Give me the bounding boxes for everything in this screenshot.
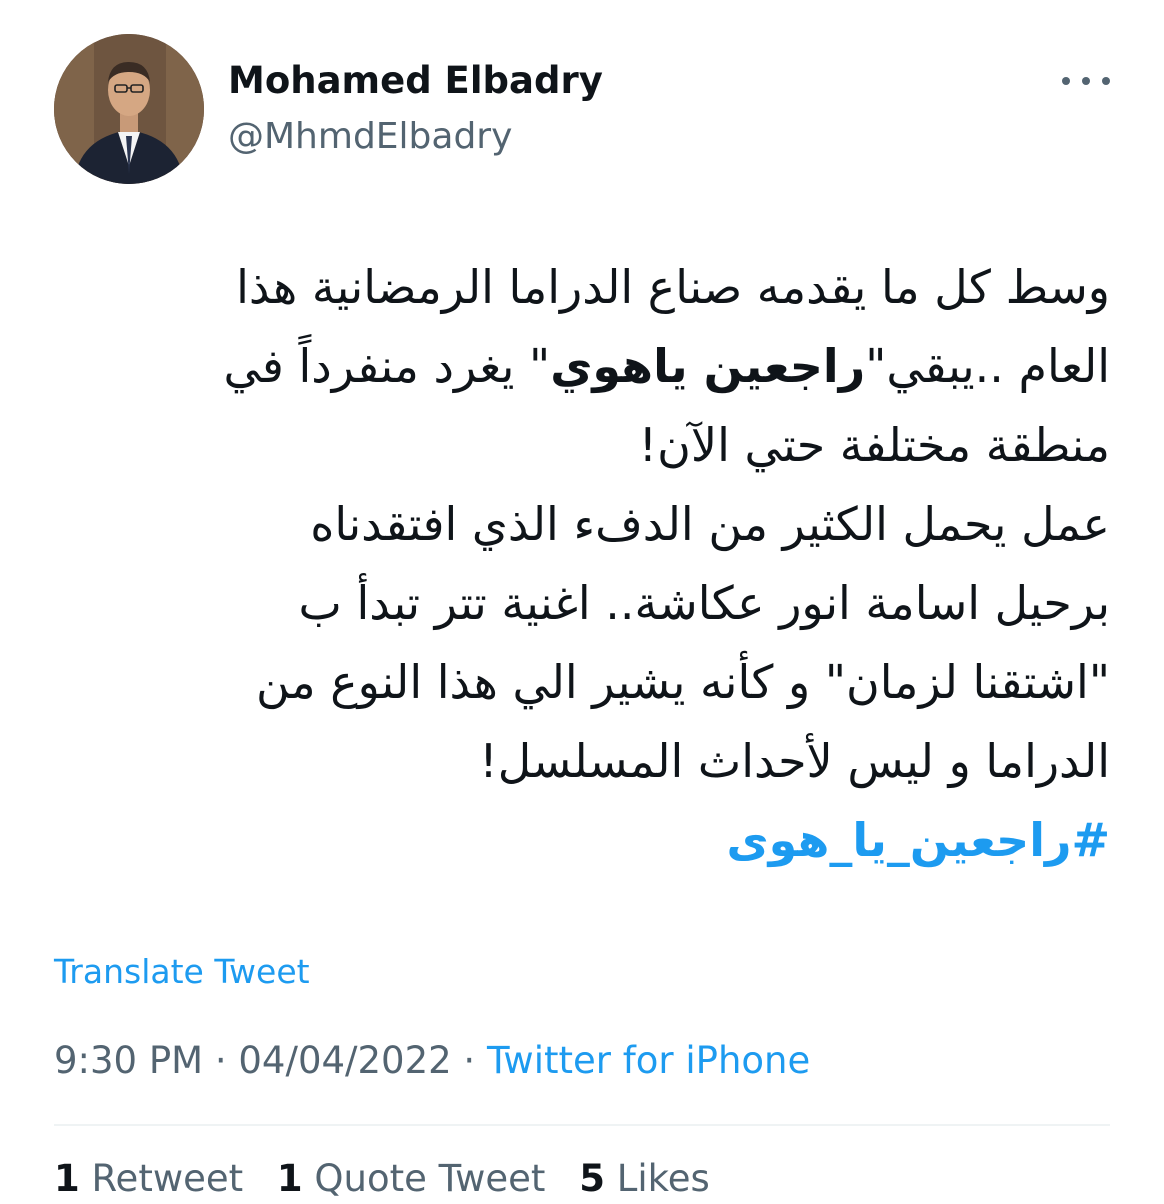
meta-separator: · [203, 1039, 239, 1082]
likes-count: 5 [579, 1157, 605, 1200]
hashtag-line: #راجعين_يا_هوى [60, 801, 1110, 880]
tweet-line: عمل يحمل الكثير من الدفء الذي افتقدناه [310, 497, 1110, 551]
tweet-line: "اشتقنا لزمان" و كأنه يشير الي هذا النوع… [255, 655, 1110, 709]
divider [54, 1124, 1110, 1126]
tweet-line: وسط كل ما يقدمه صناع الدراما الرمضانية ه… [236, 260, 1110, 314]
likes-stat[interactable]: 5 Likes [579, 1157, 710, 1200]
quote-tweets-count: 1 [276, 1157, 303, 1200]
tweet-time[interactable]: 9:30 PM [54, 1039, 203, 1082]
quote-tweets-stat[interactable]: 1 Quote Tweet [277, 1157, 546, 1200]
more-dot [1102, 77, 1110, 85]
meta-separator: · [451, 1039, 487, 1082]
hashtag-link[interactable]: #راجعين_يا_هوى [726, 813, 1110, 867]
tweet-line-start: العام ..يبقي" [865, 339, 1110, 393]
translate-tweet-link[interactable]: Translate Tweet [54, 950, 310, 994]
tweet-line: الدراما و ليس لأحداث المسلسل! [479, 734, 1110, 788]
tweet-line: برحيل اسامة انور عكاشة.. اغنية تتر تبدأ … [298, 576, 1110, 630]
display-name[interactable]: Mohamed Elbadry [228, 56, 603, 106]
likes-label: Likes [616, 1157, 710, 1200]
tweet-source-link[interactable]: Twitter for iPhone [487, 1039, 810, 1082]
profile-photo [54, 34, 204, 184]
more-icon[interactable] [1062, 66, 1110, 96]
avatar[interactable] [54, 34, 204, 184]
tweet-meta: 9:30 PM · 04/04/2022 · Twitter for iPhon… [54, 1036, 810, 1086]
retweets-label: Retweet [91, 1157, 244, 1200]
tweet-line: العام ..يبقي"راجعين ياهوي" يغرد منفرداً … [60, 327, 1110, 406]
tweet-line-end: " يغرد منفرداً في [223, 339, 551, 393]
retweets-count: 1 [54, 1157, 80, 1200]
quote-tweets-label: Quote Tweet [314, 1157, 546, 1200]
tweet-stats: 1 Retweet 1 Quote Tweet 5 Likes [54, 1154, 732, 1204]
retweets-stat[interactable]: 1 Retweet [54, 1157, 243, 1200]
more-dot [1082, 77, 1090, 85]
tweet-date[interactable]: 04/04/2022 [238, 1039, 451, 1082]
tweet-bold-title: راجعين ياهوي [550, 339, 866, 393]
user-handle[interactable]: @MhmdElbadry [228, 112, 512, 162]
tweet-line: منطقة مختلفة حتي الآن! [638, 418, 1110, 472]
tweet-text: وسط كل ما يقدمه صناع الدراما الرمضانية ه… [60, 248, 1110, 880]
more-dot [1062, 77, 1070, 85]
